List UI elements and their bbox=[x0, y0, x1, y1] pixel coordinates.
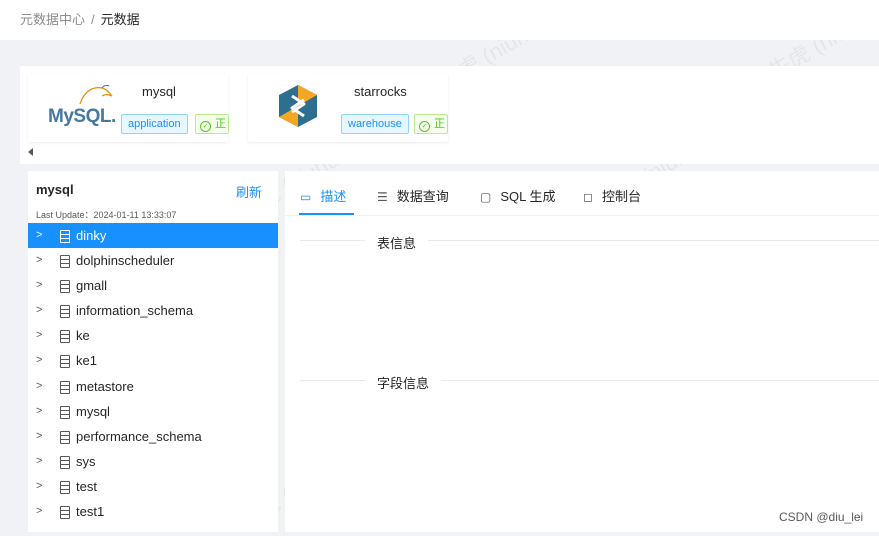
check-circle-icon: ✓ bbox=[200, 121, 211, 132]
status-text: 正 bbox=[215, 118, 226, 130]
database-tree-item[interactable]: > test1 bbox=[28, 499, 278, 524]
database-sidebar: mysql 刷新 Last Update：2024-01-11 13:33:07… bbox=[28, 171, 278, 532]
expand-arrow-icon[interactable]: > bbox=[36, 223, 42, 248]
database-tree-item[interactable]: > test bbox=[28, 474, 278, 499]
database-icon bbox=[60, 280, 70, 294]
expand-arrow-icon[interactable]: > bbox=[36, 348, 42, 373]
tab-data-query[interactable]: ☰ 数据查询 bbox=[377, 186, 449, 205]
database-icon bbox=[60, 305, 70, 319]
database-icon bbox=[60, 330, 70, 344]
database-tree-item[interactable]: > dolphinscheduler bbox=[28, 248, 278, 273]
active-tab-indicator bbox=[299, 213, 354, 215]
database-name: information_schema bbox=[76, 303, 194, 319]
status-text: 正 bbox=[434, 118, 445, 130]
database-tree-item[interactable]: > dinky bbox=[28, 223, 278, 249]
tab-label: SQL 生成 bbox=[500, 189, 556, 204]
status-badge: ✓ 正 bbox=[414, 114, 448, 134]
datasource-type-tag: application bbox=[121, 114, 188, 134]
database-icon bbox=[60, 255, 70, 269]
database-tree-item[interactable]: > gmall bbox=[28, 273, 278, 298]
monitor-icon: ▢ bbox=[480, 190, 492, 204]
datasource-cards: MySQL. mysql application ✓ 正 starrocks wa… bbox=[20, 66, 879, 164]
database-name: ke bbox=[76, 328, 90, 344]
expand-arrow-icon[interactable]: > bbox=[36, 323, 42, 348]
database-name: dolphinscheduler bbox=[76, 253, 175, 269]
datasource-type-tag: warehouse bbox=[341, 114, 409, 134]
database-icon bbox=[60, 405, 70, 419]
database-name: test1 bbox=[76, 504, 105, 520]
datasource-name: mysql bbox=[142, 84, 176, 99]
datasource-card-starrocks[interactable]: starrocks warehouse ✓ 正 bbox=[248, 74, 448, 142]
csdn-watermark: CSDN @diu_lei bbox=[779, 510, 864, 524]
tab-description[interactable]: ▭ 描述 bbox=[300, 186, 346, 205]
database-name: test bbox=[76, 478, 97, 494]
breadcrumb-bar: 元数据中心 / 元数据 bbox=[0, 0, 879, 40]
database-tree-item[interactable]: > performance_schema bbox=[28, 424, 278, 449]
datasource-name: starrocks bbox=[354, 84, 407, 99]
database-tree-item[interactable]: > metastore bbox=[28, 374, 278, 399]
database-icon bbox=[60, 355, 70, 369]
database-icon bbox=[60, 480, 70, 494]
database-name: sys bbox=[76, 453, 96, 469]
expand-arrow-icon[interactable]: > bbox=[36, 474, 42, 499]
datasource-card-mysql[interactable]: MySQL. mysql application ✓ 正 bbox=[28, 74, 229, 142]
expand-arrow-icon[interactable]: > bbox=[36, 248, 42, 273]
expand-arrow-icon[interactable]: > bbox=[36, 374, 42, 399]
section-field-info: 字段信息 bbox=[365, 373, 442, 392]
expand-arrow-icon[interactable]: > bbox=[36, 499, 42, 524]
database-name: metastore bbox=[76, 378, 134, 394]
mysql-logo: MySQL. bbox=[48, 82, 118, 134]
laptop-icon: ◻ bbox=[583, 190, 593, 204]
database-name: dinky bbox=[76, 228, 107, 243]
database-name: ke1 bbox=[76, 353, 97, 369]
breadcrumb-current: 元数据 bbox=[100, 12, 140, 27]
expand-arrow-icon[interactable]: > bbox=[36, 273, 42, 298]
database-tree-item[interactable]: > information_schema bbox=[28, 298, 278, 323]
database-name: performance_schema bbox=[76, 428, 202, 444]
expand-arrow-icon[interactable]: > bbox=[36, 449, 42, 474]
sidebar-title: mysql bbox=[36, 182, 74, 197]
dolphin-icon bbox=[79, 84, 113, 105]
database-icon bbox=[60, 430, 70, 444]
tab-label: 控制台 bbox=[601, 189, 641, 204]
breadcrumb-separator: / bbox=[91, 12, 95, 27]
section-table-info: 表信息 bbox=[365, 233, 429, 252]
database-name: mysql bbox=[76, 403, 110, 419]
database-name: gmall bbox=[76, 278, 108, 294]
database-tree-item[interactable]: > mysql bbox=[28, 399, 278, 424]
expand-arrow-icon[interactable]: > bbox=[36, 399, 42, 424]
breadcrumb-root[interactable]: 元数据中心 bbox=[20, 12, 85, 27]
status-badge: ✓ 正 bbox=[195, 114, 229, 134]
tab-console[interactable]: ◻ 控制台 bbox=[583, 186, 641, 205]
database-tree: > dinky > dolphinscheduler > gmall > informatio… bbox=[28, 223, 278, 524]
list-icon: ☰ bbox=[377, 190, 388, 204]
last-update-text: Last Update：2024-01-11 13:33:07 bbox=[36, 210, 177, 220]
expand-arrow-icon[interactable]: > bbox=[36, 298, 42, 323]
refresh-button[interactable]: 刷新 bbox=[236, 182, 262, 201]
scroll-left-arrow-icon[interactable] bbox=[28, 148, 33, 156]
detail-panel: ▭ 描述 ☰ 数据查询 ▢ SQL 生成 ◻ 控制台 表信息 字段信息 bbox=[285, 171, 879, 532]
expand-arrow-icon[interactable]: > bbox=[36, 424, 42, 449]
database-tree-item[interactable]: > ke bbox=[28, 323, 278, 348]
book-icon: ▭ bbox=[300, 190, 312, 204]
database-tree-item[interactable]: > ke1 bbox=[28, 348, 278, 373]
starrocks-logo bbox=[279, 85, 317, 127]
breadcrumb: 元数据中心 / 元数据 bbox=[20, 9, 140, 28]
database-tree-item[interactable]: > sys bbox=[28, 449, 278, 474]
tab-bar: ▭ 描述 ☰ 数据查询 ▢ SQL 生成 ◻ 控制台 bbox=[285, 171, 879, 216]
tab-label: 数据查询 bbox=[396, 189, 449, 204]
tab-sql-generate[interactable]: ▢ SQL 生成 bbox=[480, 186, 556, 205]
database-icon bbox=[60, 230, 70, 243]
check-circle-icon: ✓ bbox=[419, 121, 430, 132]
database-icon bbox=[60, 380, 70, 394]
tab-label: 描述 bbox=[320, 189, 347, 204]
database-icon bbox=[60, 506, 70, 520]
database-icon bbox=[60, 455, 70, 469]
